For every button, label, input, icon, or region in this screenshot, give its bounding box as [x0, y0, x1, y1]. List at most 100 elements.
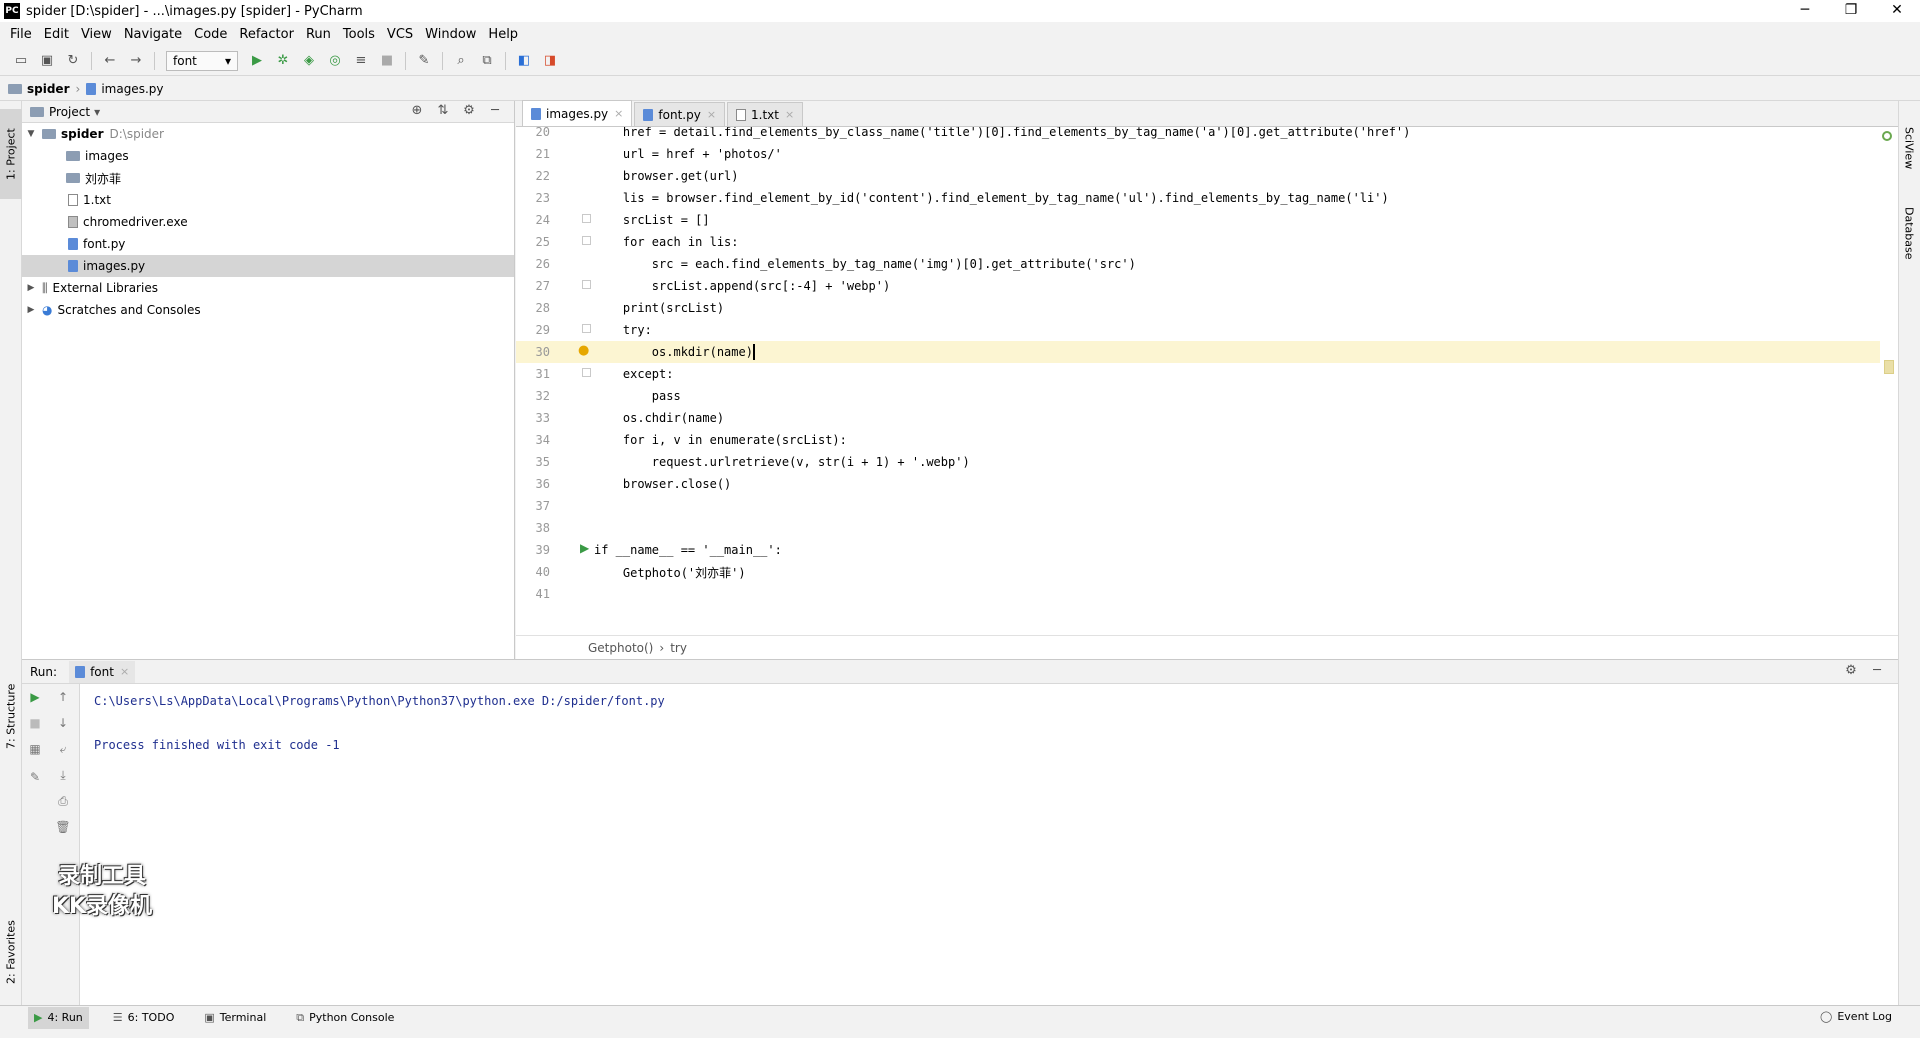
- tree-item-images-folder[interactable]: images: [22, 145, 514, 167]
- tree-item-1txt[interactable]: 1.txt: [22, 189, 514, 211]
- editor-gutter[interactable]: ●: [554, 341, 594, 363]
- code-line[interactable]: 22 browser.get(url): [516, 165, 1880, 187]
- scroll-to-end-icon[interactable]: ⤓: [54, 768, 72, 786]
- tree-item-imagespy[interactable]: images.py: [22, 255, 514, 277]
- menu-help[interactable]: Help: [482, 27, 524, 42]
- tab-sciview[interactable]: SciView: [1898, 113, 1920, 183]
- concurrency-icon[interactable]: ≡: [352, 52, 370, 70]
- lightbulb-icon[interactable]: ●: [578, 343, 590, 359]
- code-line[interactable]: 24 srcList = []: [516, 209, 1880, 231]
- breadcrumb-file[interactable]: images.py: [86, 82, 163, 96]
- hide-icon[interactable]: ─: [482, 103, 508, 118]
- code-line[interactable]: 25 for each in lis:: [516, 231, 1880, 253]
- code-line[interactable]: 32 pass: [516, 385, 1880, 407]
- code-line[interactable]: 29 try:: [516, 319, 1880, 341]
- wrench-icon[interactable]: ✎: [415, 52, 433, 70]
- stop-icon[interactable]: ■: [378, 52, 396, 70]
- tab-images-py[interactable]: images.py ×: [522, 100, 633, 126]
- editor-gutter[interactable]: [554, 385, 594, 407]
- menu-window[interactable]: Window: [419, 27, 482, 42]
- editor-gutter[interactable]: ▶: [554, 539, 594, 561]
- code-line[interactable]: 39 ▶ if __name__ == '__main__':: [516, 539, 1880, 561]
- layout-icon[interactable]: ▦: [26, 742, 44, 760]
- crumb-block[interactable]: try: [670, 641, 687, 655]
- inspection-ok-icon[interactable]: [1882, 131, 1892, 141]
- code-line[interactable]: 36 browser.close(): [516, 473, 1880, 495]
- menu-view[interactable]: View: [75, 27, 118, 42]
- editor-gutter[interactable]: [554, 253, 594, 275]
- code-line[interactable]: 28 print(srcList): [516, 297, 1880, 319]
- translate-alt-icon[interactable]: ◨: [541, 52, 559, 70]
- chevron-right-icon[interactable]: ▶: [24, 283, 38, 293]
- hide-icon[interactable]: ─: [1864, 663, 1890, 678]
- fold-marker-icon[interactable]: [582, 214, 591, 223]
- fold-marker-icon[interactable]: [582, 368, 591, 377]
- code-area[interactable]: 20 href = detail.find_elements_by_class_…: [516, 127, 1898, 635]
- menu-run[interactable]: Run: [300, 27, 337, 42]
- soft-wrap-icon[interactable]: ⤶: [54, 742, 72, 760]
- editor-gutter[interactable]: [554, 495, 594, 517]
- breadcrumb-project[interactable]: spider: [8, 82, 70, 96]
- code-line[interactable]: 40 Getphoto('刘亦菲'): [516, 561, 1880, 583]
- code-line[interactable]: 34 for i, v in enumerate(srcList):: [516, 429, 1880, 451]
- editor-gutter[interactable]: [554, 517, 594, 539]
- run-icon[interactable]: ▶: [248, 52, 266, 70]
- menu-vcs[interactable]: VCS: [381, 27, 419, 42]
- tree-item-chromedriver[interactable]: chromedriver.exe: [22, 211, 514, 233]
- run-config-select[interactable]: font ▾: [166, 50, 238, 71]
- pin-icon[interactable]: ✎: [26, 770, 44, 788]
- editor-gutter[interactable]: [554, 275, 594, 297]
- code-line[interactable]: 21 url = href + 'photos/': [516, 143, 1880, 165]
- tree-item-external-libraries[interactable]: ▶ ⫼ External Libraries: [22, 277, 514, 299]
- fold-marker-icon[interactable]: [582, 324, 591, 333]
- code-line[interactable]: 20 href = detail.find_elements_by_class_…: [516, 127, 1880, 143]
- code-line[interactable]: 31 except:: [516, 363, 1880, 385]
- fold-marker-icon[interactable]: [582, 280, 591, 289]
- menu-edit[interactable]: Edit: [38, 27, 75, 42]
- up-arrow-icon[interactable]: ↑: [54, 690, 72, 708]
- editor-gutter[interactable]: [554, 187, 594, 209]
- event-log-button[interactable]: ◯ Event Log: [1820, 1010, 1892, 1023]
- editor-gutter[interactable]: [554, 473, 594, 495]
- code-line[interactable]: 37: [516, 495, 1880, 517]
- tab-favorites[interactable]: 2: Favorites: [0, 907, 22, 997]
- editor-gutter[interactable]: [554, 209, 594, 231]
- chevron-right-icon[interactable]: ▶: [24, 305, 38, 315]
- chevron-down-icon[interactable]: ▾: [94, 105, 100, 119]
- menu-navigate[interactable]: Navigate: [118, 27, 188, 42]
- coverage-icon[interactable]: ◈: [300, 52, 318, 70]
- maximize-button[interactable]: ❐: [1828, 0, 1874, 22]
- run-gutter-icon[interactable]: ▶: [580, 541, 589, 555]
- editor-gutter[interactable]: [554, 451, 594, 473]
- editor-gutter[interactable]: [554, 319, 594, 341]
- close-icon[interactable]: ×: [707, 108, 716, 121]
- editor-gutter[interactable]: [554, 561, 594, 583]
- console-output[interactable]: C:\Users\Ls\AppData\Local\Programs\Pytho…: [94, 684, 1884, 1006]
- tool-tab-run[interactable]: ▶ 4: Run: [28, 1006, 89, 1029]
- code-line[interactable]: 23 lis = browser.find_element_by_id('con…: [516, 187, 1880, 209]
- gear-icon[interactable]: ⚙: [1838, 663, 1864, 678]
- code-line[interactable]: 35 request.urlretrieve(v, str(i + 1) + '…: [516, 451, 1880, 473]
- tool-tab-todo[interactable]: ☰ 6: TODO: [107, 1007, 181, 1029]
- menu-code[interactable]: Code: [188, 27, 233, 42]
- close-icon[interactable]: ×: [785, 108, 794, 121]
- code-line[interactable]: 38: [516, 517, 1880, 539]
- code-line[interactable]: 26 src = each.find_elements_by_tag_name(…: [516, 253, 1880, 275]
- code-line[interactable]: 41: [516, 583, 1880, 605]
- menu-file[interactable]: File: [4, 27, 38, 42]
- back-arrow-icon[interactable]: ←: [101, 52, 119, 70]
- tab-1-txt[interactable]: 1.txt ×: [727, 102, 804, 126]
- editor-gutter[interactable]: [554, 583, 594, 605]
- print-icon[interactable]: ⎙: [54, 794, 72, 812]
- editor-gutter[interactable]: [554, 429, 594, 451]
- tree-root-spider[interactable]: ▼ spider D:\spider: [22, 123, 514, 145]
- down-arrow-icon[interactable]: ↓: [54, 716, 72, 734]
- tree-item-scratches[interactable]: ▶ ◕ Scratches and Consoles: [22, 299, 514, 321]
- tool-tab-python-console[interactable]: ⧉ Python Console: [290, 1007, 400, 1029]
- code-line[interactable]: 27 srcList.append(src[:-4] + 'webp'): [516, 275, 1880, 297]
- chevron-down-icon[interactable]: ▼: [24, 129, 38, 139]
- run-tab-font[interactable]: font ×: [69, 660, 136, 683]
- editor-gutter[interactable]: [554, 165, 594, 187]
- collapse-all-icon[interactable]: ⇅: [430, 103, 456, 118]
- code-line[interactable]: 33 os.chdir(name): [516, 407, 1880, 429]
